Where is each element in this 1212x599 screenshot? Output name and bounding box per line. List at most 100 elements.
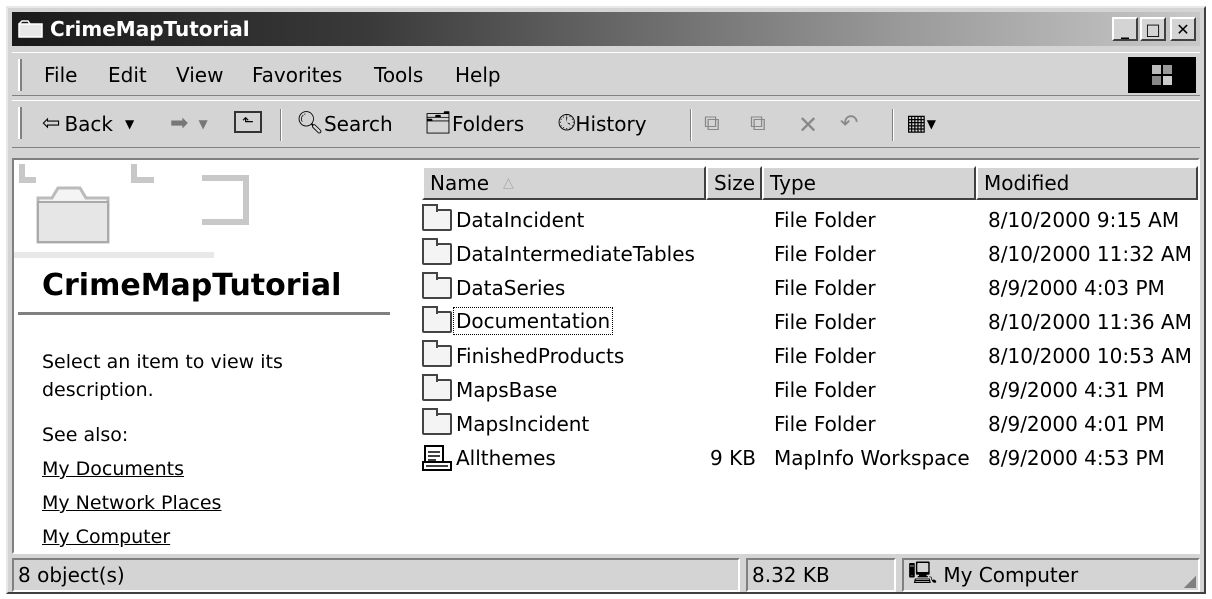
file-type: File Folder (774, 412, 876, 436)
status-size: 8.32 KB (746, 558, 896, 592)
file-type: File Folder (774, 378, 876, 402)
file-name: DataSeries (456, 276, 566, 300)
views-icon: ▦ (906, 111, 927, 136)
menu-view[interactable]: View (176, 63, 223, 87)
copy-to-icon: ⧉ (750, 111, 766, 136)
history-button[interactable]: 🕓︎ History (558, 111, 647, 136)
search-label: Search (323, 111, 393, 136)
explorer-window: CrimeMapTutorial _ □ ✕ File Edit View Fa… (6, 6, 1206, 594)
dropdown-arrow-icon: ▼ (125, 116, 135, 131)
file-type: File Folder (774, 276, 876, 300)
file-name: Allthemes (456, 446, 556, 470)
dropdown-arrow-icon: ▼ (926, 116, 937, 131)
file-modified: 8/10/2000 11:32 AM (988, 242, 1192, 266)
column-header-size[interactable]: Size (706, 166, 762, 200)
back-label: Back (64, 111, 113, 136)
link-my-network-places[interactable]: My Network Places (42, 492, 221, 514)
file-modified: 8/9/2000 4:53 PM (988, 446, 1165, 470)
folder-watermark-icon (14, 164, 249, 258)
column-size-label: Size (714, 171, 756, 195)
my-computer-icon: 🖳 (908, 561, 938, 586)
menu-grip[interactable] (18, 59, 22, 91)
windows-logo (1128, 57, 1196, 93)
link-my-documents[interactable]: My Documents (42, 458, 184, 480)
back-button[interactable]: ⇦ Back ▼ (42, 111, 134, 136)
move-to-button[interactable]: ⧉ (704, 111, 720, 136)
folder-icon (422, 238, 452, 265)
column-type-label: Type (770, 171, 816, 195)
column-header-name[interactable]: Name △ (422, 166, 706, 200)
file-name: MapsIncident (456, 412, 590, 436)
link-my-computer[interactable]: My Computer (42, 526, 170, 548)
file-name: DataIncident (456, 208, 585, 232)
folders-icon: 🗂︎ (424, 111, 452, 136)
menu-help[interactable]: Help (455, 63, 501, 87)
dropdown-arrow-icon: ▼ (198, 116, 208, 131)
maximize-icon: □ (1145, 19, 1161, 39)
file-type: File Folder (774, 310, 876, 334)
minimize-icon: _ (1121, 19, 1129, 39)
column-modified-label: Modified (984, 171, 1070, 195)
file-name: FinishedProducts (456, 344, 625, 368)
folder-icon (422, 374, 452, 401)
folder-icon (422, 272, 452, 299)
copy-to-button[interactable]: ⧉ (750, 111, 766, 136)
title-divider (18, 312, 390, 315)
menu-favorites[interactable]: Favorites (252, 63, 342, 87)
undo-icon: ↶ (840, 111, 859, 136)
column-header-type[interactable]: Type (762, 166, 976, 200)
folder-icon (422, 204, 452, 231)
file-size: 9 KB (710, 446, 756, 470)
file-type: File Folder (774, 242, 876, 266)
title-bar[interactable]: CrimeMapTutorial _ □ ✕ (12, 12, 1200, 46)
folders-button[interactable]: 🗂︎ Folders (424, 111, 524, 136)
folder-title: CrimeMapTutorial (42, 268, 342, 303)
forward-button[interactable]: ➡ ▼ (170, 111, 208, 136)
menu-tools[interactable]: Tools (374, 63, 423, 87)
folder-icon (422, 408, 452, 435)
folder-icon (18, 19, 44, 39)
maximize-button[interactable]: □ (1140, 17, 1166, 41)
resize-grip-icon[interactable]: ◢ (1184, 571, 1196, 590)
file-modified: 8/9/2000 4:03 PM (988, 276, 1165, 300)
close-button[interactable]: ✕ (1170, 17, 1196, 41)
forward-arrow-icon: ➡ (170, 111, 189, 136)
file-type: File Folder (774, 208, 876, 232)
file-name: MapsBase (456, 378, 558, 402)
menu-bar: File Edit View Favorites Tools Help (12, 52, 1200, 96)
window-title: CrimeMapTutorial (50, 17, 250, 41)
close-icon: ✕ (1176, 19, 1190, 39)
up-folder-button[interactable]: ⬑ (234, 111, 262, 133)
folders-label: Folders (451, 111, 525, 136)
history-icon: 🕓︎ (558, 111, 576, 136)
back-arrow-icon: ⇦ (42, 111, 61, 136)
menu-file[interactable]: File (44, 63, 77, 87)
undo-button[interactable]: ↶ (840, 111, 858, 136)
minimize-button[interactable]: _ (1112, 17, 1138, 41)
delete-button[interactable]: ✕ (798, 111, 818, 139)
search-button[interactable]: 🔍︎ Search (296, 111, 393, 136)
toolbar: ⇦ Back ▼ ➡ ▼ ⬑ 🔍︎ Search 🗂︎ Folders 🕓︎ H… (12, 100, 1200, 148)
status-bar: 8 object(s) 8.32 KB 🖳 My Computer ◢ (12, 558, 1200, 592)
content-area: CrimeMapTutorial Select an item to view … (12, 158, 1200, 554)
views-button[interactable]: ▦ ▼ (906, 111, 936, 136)
toolbar-separator (892, 109, 894, 141)
move-to-icon: ⧉ (704, 111, 720, 136)
file-type: MapInfo Workspace (774, 446, 970, 470)
search-icon: 🔍︎ (296, 111, 324, 136)
history-label: History (575, 111, 647, 136)
description-text: Select an item to view its description. (42, 351, 283, 401)
file-modified: 8/10/2000 11:36 AM (988, 310, 1192, 334)
web-view-pane: CrimeMapTutorial Select an item to view … (14, 160, 394, 552)
status-object-count: 8 object(s) (12, 558, 740, 592)
mapinfo-workspace-icon (422, 445, 452, 471)
toolbar-grip[interactable] (18, 107, 22, 139)
file-type: File Folder (774, 344, 876, 368)
folder-icon (422, 306, 452, 333)
toolbar-separator (280, 109, 282, 141)
column-header-modified[interactable]: Modified (976, 166, 1198, 200)
file-modified: 8/9/2000 4:31 PM (988, 378, 1165, 402)
see-also-label: See also: (42, 424, 129, 446)
menu-edit[interactable]: Edit (108, 63, 147, 87)
file-name: DataIntermediateTables (456, 242, 695, 266)
